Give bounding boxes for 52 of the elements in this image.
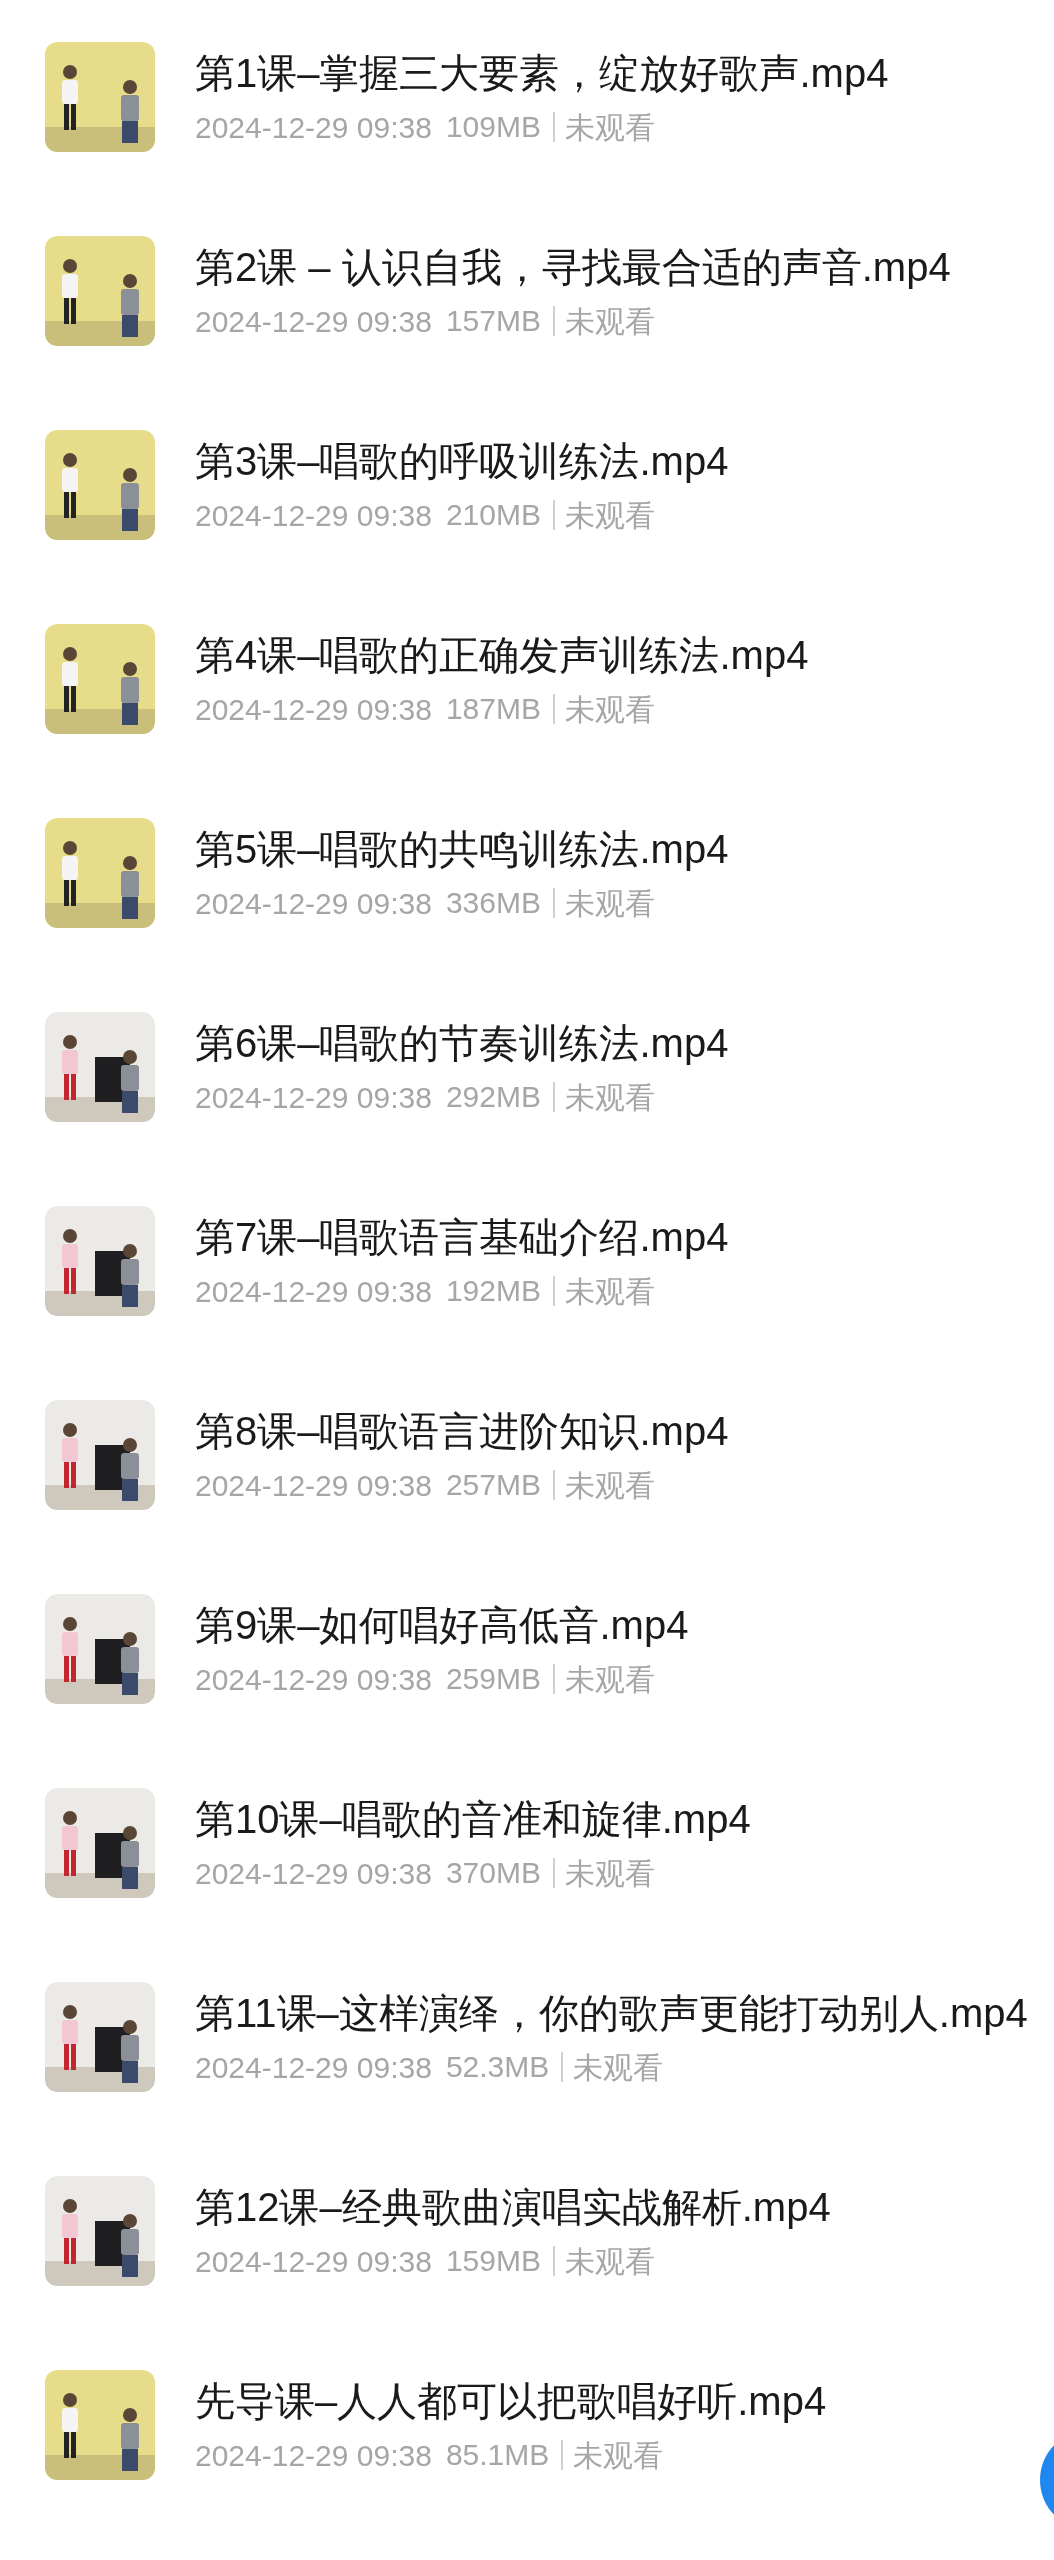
file-title[interactable]: 第1课–掌握三大要素，绽放好歌声.mp4 [195, 44, 889, 101]
file-title[interactable]: 第10课–唱歌的音准和旋律.mp4 [195, 1790, 751, 1847]
watch-status: 未观看 [564, 497, 655, 534]
watch-status: 未观看 [564, 885, 655, 922]
file-size: 192MB [445, 1276, 555, 1306]
file-size: 370MB [445, 1858, 555, 1888]
watch-status: 未观看 [564, 109, 655, 146]
file-title[interactable]: 第3课–唱歌的呼吸训练法.mp4 [195, 432, 729, 489]
watch-status: 未观看 [564, 691, 655, 728]
file-title[interactable]: 第9课–如何唱好高低音.mp4 [195, 1596, 689, 1653]
file-date: 2024-12-29 09:38 [195, 691, 432, 728]
file-title[interactable]: 第4课–唱歌的正确发声训练法.mp4 [195, 626, 809, 683]
watch-status: 未观看 [564, 2243, 655, 2280]
file-date: 2024-12-29 09:38 [195, 1467, 432, 1504]
file-date: 2024-12-29 09:38 [195, 109, 432, 146]
file-date: 2024-12-29 09:38 [195, 1079, 432, 1116]
file-date: 2024-12-29 09:38 [195, 497, 432, 534]
file-date: 2024-12-29 09:38 [195, 2437, 432, 2474]
file-size: 257MB [445, 1470, 555, 1500]
file-title[interactable]: 第12课–经典歌曲演唱实战解析.mp4 [195, 2178, 831, 2235]
file-date: 2024-12-29 09:38 [195, 1661, 432, 1698]
file-title[interactable]: 第6课–唱歌的节奏训练法.mp4 [195, 1014, 729, 1071]
file-title[interactable]: 第5课–唱歌的共鸣训练法.mp4 [195, 820, 729, 877]
file-size: 292MB [445, 1082, 555, 1112]
file-size: 187MB [445, 694, 555, 724]
file-title[interactable]: 第7课–唱歌语言基础介绍.mp4 [195, 1208, 729, 1265]
file-size: 157MB [445, 306, 555, 336]
watch-status: 未观看 [564, 1273, 655, 1310]
file-title[interactable]: 第11课–这样演绎，你的歌声更能打动别人.mp4 [195, 1984, 1028, 2041]
file-title[interactable]: 先导课–人人都可以把歌唱好听.mp4 [195, 2372, 827, 2429]
file-size: 109MB [445, 112, 555, 142]
file-size: 52.3MB [445, 2052, 564, 2082]
file-size: 159MB [445, 2246, 555, 2276]
watch-status: 未观看 [564, 1661, 655, 1698]
file-title[interactable]: 第8课–唱歌语言进阶知识.mp4 [195, 1402, 729, 1459]
watch-status: 未观看 [564, 1079, 655, 1116]
file-date: 2024-12-29 09:38 [195, 1273, 432, 1310]
file-size: 336MB [445, 888, 555, 918]
file-date: 2024-12-29 09:38 [195, 2049, 432, 2086]
watch-status: 未观看 [564, 303, 655, 340]
watch-status: 未观看 [573, 2049, 664, 2086]
file-date: 2024-12-29 09:38 [195, 1855, 432, 1892]
watch-status: 未观看 [573, 2437, 664, 2474]
watch-status: 未观看 [564, 1467, 655, 1504]
file-size: 210MB [445, 500, 555, 530]
file-date: 2024-12-29 09:38 [195, 303, 432, 340]
file-size: 259MB [445, 1664, 555, 1694]
file-date: 2024-12-29 09:38 [195, 885, 432, 922]
file-title[interactable]: 第2课 – 认识自我，寻找最合适的声音.mp4 [195, 238, 951, 295]
file-size: 85.1MB [445, 2440, 564, 2470]
watch-status: 未观看 [564, 1855, 655, 1892]
file-date: 2024-12-29 09:38 [195, 2243, 432, 2280]
